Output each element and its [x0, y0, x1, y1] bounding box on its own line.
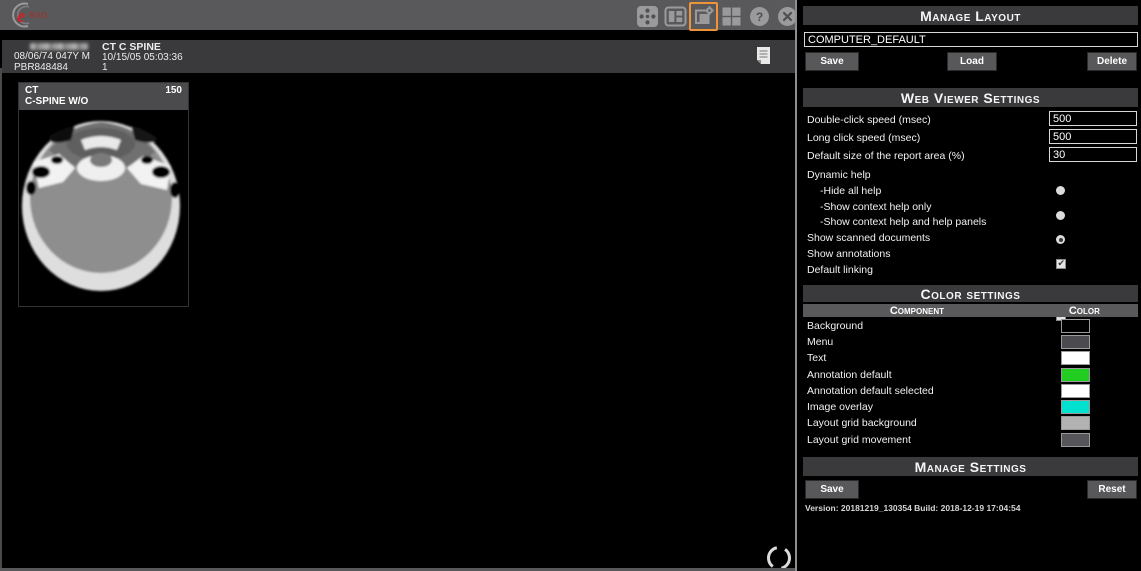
grid-layout-icon[interactable] [720, 5, 743, 28]
color-settings-header: Color settings [803, 285, 1138, 302]
main-toolbar: e RAD [0, 0, 795, 30]
manage-layout-header: Manage Layout [803, 6, 1138, 25]
color-row-label: Menu [807, 336, 833, 348]
color-row-label: Annotation default [807, 369, 892, 381]
layout-split-icon[interactable] [664, 5, 687, 28]
patient-dob-age-sex: 08/06/74 047Y M [14, 52, 90, 63]
color-row-label: Image overlay [807, 401, 873, 413]
context-help-only-radio[interactable] [1056, 211, 1065, 220]
annotation-selected-color-swatch[interactable] [1061, 384, 1090, 398]
dynamic-help-label: Dynamic help [807, 169, 871, 181]
layout-grid-background-color-swatch[interactable] [1061, 416, 1090, 430]
annotation-default-color-swatch[interactable] [1061, 368, 1090, 382]
radio-label: -Show context help only [820, 201, 931, 213]
thumbnail-image-count: 150 [165, 85, 182, 96]
color-row-label: Annotation default selected [807, 385, 934, 397]
thumbnail-series-description: C-SPINE W/O [25, 96, 182, 107]
series-number: 1 [102, 63, 183, 74]
thumbnail-header: CT 150 C-SPINE W/O [19, 83, 188, 110]
erad-logo: e RAD [8, 1, 78, 29]
image-overlay-color-swatch[interactable] [1061, 400, 1090, 414]
pan-navigator-icon[interactable] [636, 5, 659, 28]
layout-grid-movement-color-swatch[interactable] [1061, 433, 1090, 447]
menu-color-swatch[interactable] [1061, 335, 1090, 349]
radio-label: -Show context help and help panels [820, 216, 986, 228]
setting-label: Long click speed (msec) [807, 132, 920, 144]
patient-name-redacted [30, 43, 88, 50]
color-row-label: Text [807, 352, 826, 364]
ct-axial-image[interactable] [19, 110, 188, 306]
component-column-header: Component [803, 305, 1031, 317]
checkbox-label: Default linking [807, 264, 873, 276]
web-viewer-settings-header: Web Viewer Settings [803, 88, 1138, 107]
thumbnail-modality: CT [25, 85, 38, 96]
color-row-label: Layout grid movement [807, 434, 911, 446]
layout-load-button[interactable]: Load [947, 52, 997, 71]
color-row-label: Background [807, 320, 863, 332]
radio-label: -Hide all help [820, 185, 881, 197]
setting-label: Double-click speed (msec) [807, 114, 931, 126]
report-document-icon[interactable] [756, 46, 771, 65]
text-color-swatch[interactable] [1061, 351, 1090, 365]
series-thumbnail[interactable]: CT 150 C-SPINE W/O [18, 82, 189, 307]
version-text: Version: 20181219_130354 Build: 2018-12-… [805, 503, 1020, 513]
checkbox-label: Show annotations [807, 248, 890, 260]
context-help-and-panels-radio[interactable] [1056, 235, 1065, 244]
layout-delete-button[interactable]: Delete [1087, 52, 1137, 71]
study-title: CT C SPINE [102, 42, 183, 53]
manage-settings-header: Manage Settings [803, 457, 1138, 476]
long-click-speed-input[interactable] [1049, 129, 1137, 144]
color-table-subheader: Component Color [803, 304, 1138, 317]
settings-panel: Manage Layout Save Load Delete Web Viewe… [797, 0, 1141, 571]
double-click-speed-input[interactable] [1049, 111, 1137, 126]
color-row-label: Layout grid background [807, 417, 917, 429]
checkbox-label: Show scanned documents [807, 232, 930, 244]
settings-tool-icon[interactable] [692, 5, 715, 28]
color-column-header: Color [1031, 305, 1138, 317]
viewer-panel: e RAD [0, 0, 797, 571]
settings-save-button[interactable]: Save [805, 480, 859, 499]
background-color-swatch[interactable] [1061, 319, 1090, 333]
study-datetime: 10/15/05 05:03:36 [102, 53, 183, 64]
logo-e-glyph: e [17, 6, 26, 27]
layout-save-button[interactable]: Save [805, 52, 859, 71]
report-area-size-input[interactable] [1049, 147, 1137, 162]
show-scanned-documents-checkbox[interactable] [1056, 259, 1066, 269]
study-info: CT C SPINE 10/15/05 05:03:36 1 [102, 42, 183, 74]
hide-all-help-radio[interactable] [1056, 186, 1065, 195]
patient-info-bar: 08/06/74 047Y M PBR848484 CT C SPINE 10/… [2, 40, 795, 73]
patient-demographics: 08/06/74 047Y M PBR848484 [14, 42, 90, 73]
web-viewer-app: e RAD [0, 0, 1141, 571]
svg-text:?: ? [756, 10, 763, 24]
viewer-left-border [0, 68, 2, 571]
patient-id: PBR848484 [14, 63, 90, 74]
setting-label: Default size of the report area (%) [807, 150, 965, 162]
toolbar-icons: ? [636, 3, 799, 29]
help-icon[interactable]: ? [748, 5, 771, 28]
settings-reset-button[interactable]: Reset [1087, 480, 1137, 499]
layout-name-input[interactable] [804, 32, 1138, 47]
logo-rad-glyph: RAD [29, 10, 47, 20]
